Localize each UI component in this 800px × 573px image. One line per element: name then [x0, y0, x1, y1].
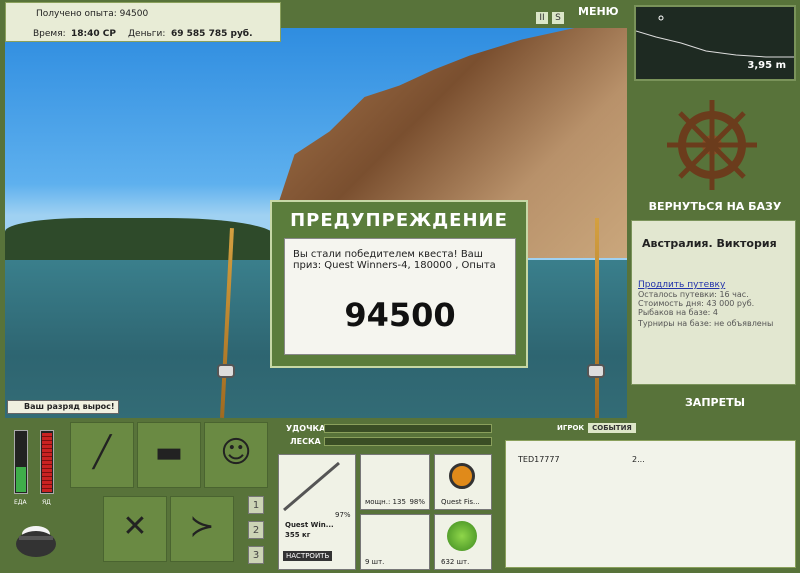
chat-tabs: ИГРОК СОБЫТИЯ	[557, 423, 636, 433]
status-bar: Получено опыта: 94500 Время: 18:40 СР Де…	[5, 2, 281, 42]
rod-name: Quest Win...	[285, 521, 334, 529]
fish-icon: ≻	[189, 509, 215, 544]
rank-toast[interactable]: Ваш разряд вырос!	[7, 400, 119, 414]
money-label: Деньги:	[128, 29, 166, 39]
pause-icon[interactable]: II	[536, 12, 548, 24]
knife-fork-icon: ✕	[122, 509, 148, 544]
dialog-value: 94500	[344, 296, 456, 334]
tile-angler[interactable]: ☺	[204, 422, 268, 488]
page-3-button[interactable]: 3	[248, 546, 264, 564]
reel-left	[217, 364, 235, 378]
return-base-button[interactable]: ВЕРНУТЬСЯ НА БАЗУ	[640, 200, 790, 213]
line-name: Quest Fis...	[441, 498, 480, 506]
base-name: Австралия. Виктория	[642, 237, 777, 250]
tile-box[interactable]: ▬	[137, 422, 201, 488]
extend-permit-link[interactable]: Продлить путевку	[638, 280, 789, 290]
chat-row-value: 2...	[632, 455, 645, 464]
setup-button[interactable]: НАСТРОИТЬ	[283, 551, 333, 561]
rod-weight: 355 кг	[285, 531, 311, 539]
angler-icon: ☺	[220, 435, 252, 470]
hooks-count: 9 шт.	[365, 558, 385, 566]
food-meter	[14, 430, 28, 494]
remaining-time: Осталось путевки: 16 час.	[638, 290, 749, 299]
dialog-title: ПРЕДУПРЕЖДЕНИЕ	[290, 210, 508, 231]
page-2-button[interactable]: 2	[248, 521, 264, 539]
chat-body: TED17777 2...	[505, 440, 796, 568]
line-bar	[324, 437, 492, 446]
page-1-button[interactable]: 1	[248, 496, 264, 514]
line-slot[interactable]: Quest Fis...	[434, 454, 492, 510]
poison-meter	[40, 430, 54, 494]
poison-meter-fill	[42, 433, 52, 492]
rod-slot[interactable]: 97% Quest Win... 355 кг НАСТРОИТЬ	[278, 454, 356, 570]
depth-value: 3,95 m	[747, 60, 786, 71]
ship-wheel-icon[interactable]	[662, 95, 762, 195]
line-bar-label: ЛЕСКА	[290, 437, 321, 446]
sound-icon[interactable]: S	[552, 12, 564, 24]
chat-panel: ИГРОК СОБЫТИЯ TED17777 2...	[501, 420, 796, 570]
tackle-box-icon: ▬	[154, 435, 184, 470]
rod-bar	[324, 424, 492, 433]
treeline	[5, 218, 275, 263]
tournaments-status: Турниры на базе: не объявлены	[638, 319, 774, 328]
rod-image	[283, 461, 340, 512]
tab-events[interactable]: СОБЫТИЯ	[588, 423, 636, 433]
warning-dialog[interactable]: ПРЕДУПРЕЖДЕНИЕ Вы стали победителем квес…	[270, 200, 528, 368]
depth-map: 3,95 m	[634, 5, 796, 81]
food-meter-fill	[16, 467, 26, 492]
bait-slot[interactable]: 632 шт.	[434, 514, 492, 570]
spool-icon	[449, 463, 475, 489]
time-value: 18:40 СР	[71, 29, 116, 39]
base-info-panel: Австралия. Виктория Продлить путевку Ост…	[631, 220, 796, 385]
reel-power: мощн.: 135	[365, 498, 406, 506]
reel-slot[interactable]: мощн.: 135 98%	[360, 454, 430, 510]
peas-icon	[447, 521, 477, 551]
inventory-panel: ЕДА ЯД ╱ ▬ ☺ ✕ ≻ 1 2 3	[5, 420, 273, 570]
day-cost: Стоимость дня: 43 000 руб.	[638, 299, 755, 308]
time-label: Время:	[33, 29, 66, 39]
top-icons: II S	[536, 5, 568, 24]
tile-food[interactable]: ✕	[103, 496, 167, 562]
rod-right	[595, 218, 599, 418]
dialog-body: Вы стали победителем квеста! Ваш приз: Q…	[284, 238, 516, 355]
rod-icon: ╱	[92, 435, 112, 470]
tab-player[interactable]: ИГРОК	[557, 424, 584, 432]
reel-pct: 98%	[409, 498, 425, 506]
chat-row-name[interactable]: TED17777	[518, 455, 560, 464]
rod-pct: 97%	[335, 511, 351, 519]
xp-label: Получено опыта: 94500	[36, 9, 149, 19]
tile-fish[interactable]: ≻	[170, 496, 234, 562]
money-value: 69 585 785 руб.	[171, 29, 253, 39]
tackle-panel: УДОЧКА ЛЕСКА 97% Quest Win... 355 кг НАС…	[276, 420, 496, 572]
poison-label: ЯД	[42, 499, 51, 506]
anglers-count: Рыбаков на базе: 4	[638, 308, 718, 317]
hook-slot[interactable]: 9 шт.	[360, 514, 430, 570]
tile-rods[interactable]: ╱	[70, 422, 134, 488]
food-label: ЕДА	[14, 499, 27, 506]
cauldron-icon[interactable]	[11, 512, 61, 562]
rod-bar-label: УДОЧКА	[286, 424, 326, 433]
menu-button[interactable]: МЕНЮ	[578, 5, 619, 18]
reel-right	[587, 364, 605, 378]
bans-button[interactable]: ЗАПРЕТЫ	[640, 396, 790, 409]
bait-count: 632 шт.	[441, 558, 470, 566]
dialog-message: Вы стали победителем квеста! Ваш приз: Q…	[293, 249, 496, 271]
